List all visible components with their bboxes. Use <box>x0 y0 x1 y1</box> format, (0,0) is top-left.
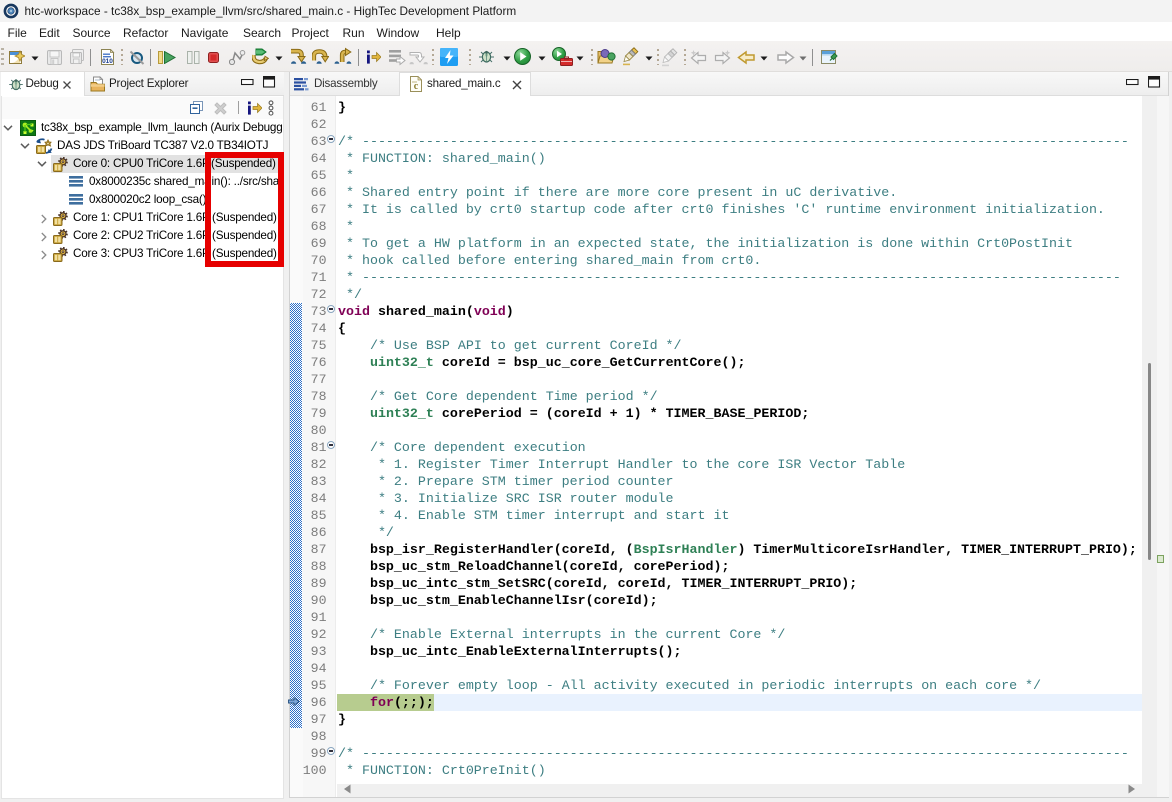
svg-text:c: c <box>414 81 419 92</box>
svg-text:010: 010 <box>102 58 113 65</box>
